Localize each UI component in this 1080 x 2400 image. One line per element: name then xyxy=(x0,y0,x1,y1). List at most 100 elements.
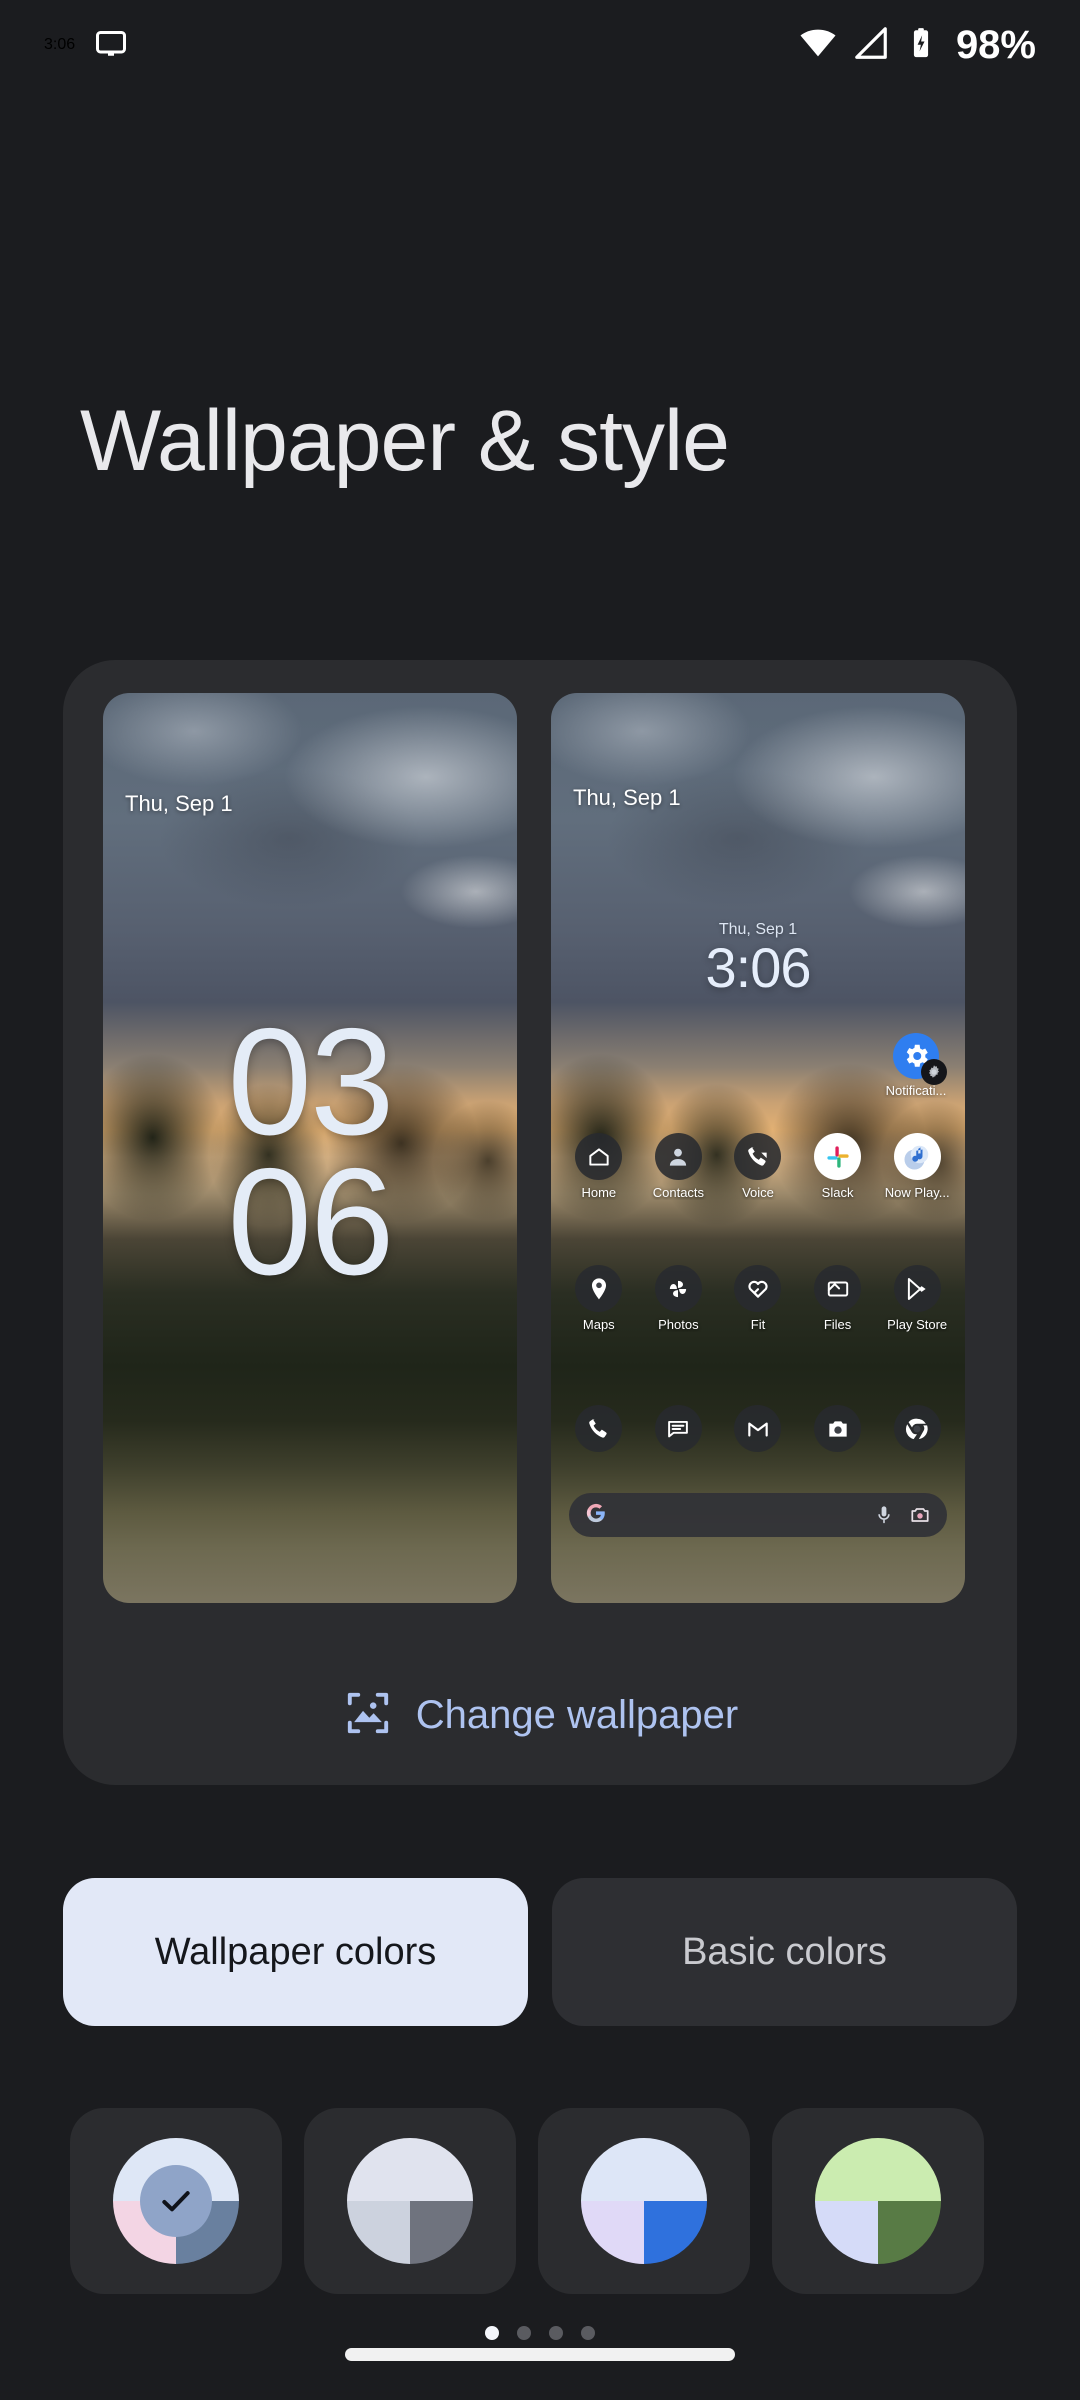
color-swatch-wheel xyxy=(581,2138,707,2264)
google-fit-heart-icon xyxy=(734,1265,782,1312)
color-swatch-list xyxy=(70,2108,984,2294)
now-playing-music-icon xyxy=(893,1133,941,1180)
settings-badge-icon xyxy=(921,1059,947,1085)
app-label: Voice xyxy=(742,1185,774,1200)
app-files[interactable]: Files xyxy=(802,1265,874,1332)
app-contacts[interactable]: Contacts xyxy=(642,1133,714,1200)
swatch-quadrant-tr xyxy=(644,2138,707,2201)
home-screen-app-row-1: Home Contacts Voice Slack Now Play... xyxy=(551,1133,965,1200)
swatch-quadrant-tr xyxy=(878,2138,941,2201)
app-maps[interactable]: Maps xyxy=(563,1265,635,1332)
google-voice-phone-icon xyxy=(734,1133,782,1180)
app-slack[interactable]: Slack xyxy=(802,1133,874,1200)
home-screen-status-date: Thu, Sep 1 xyxy=(573,785,681,810)
app-label: Photos xyxy=(658,1317,699,1332)
clock-widget-time: 3:06 xyxy=(705,936,812,999)
notification-shortcut-label: Notificati... xyxy=(885,1083,947,1098)
page-title: Wallpaper & style xyxy=(80,393,730,489)
dock-app-phone[interactable] xyxy=(563,1405,635,1452)
home-icon xyxy=(575,1133,623,1180)
lock-screen-preview[interactable]: Thu, Sep 1 03 06 xyxy=(103,693,517,1603)
app-play-store[interactable]: Play Store xyxy=(881,1265,953,1332)
lock-screen-date: Thu, Sep 1 xyxy=(125,791,233,816)
image-picture-icon xyxy=(342,1687,394,1744)
cellular-signal-icon xyxy=(852,24,890,67)
swatch-quadrant-tl xyxy=(581,2138,644,2201)
google-lens-camera-icon[interactable] xyxy=(909,1504,931,1526)
dock-app-gmail[interactable] xyxy=(722,1405,794,1452)
page-indicator-dots xyxy=(0,2326,1080,2340)
app-fit[interactable]: Fit xyxy=(722,1265,794,1332)
contacts-person-icon xyxy=(654,1133,702,1180)
color-swatch-3[interactable] xyxy=(538,2108,750,2294)
play-store-icon xyxy=(893,1265,941,1312)
lock-screen-clock: 03 06 xyxy=(103,997,517,1307)
swatch-quadrant-br xyxy=(410,2201,473,2264)
lock-screen-clock-minutes: 06 xyxy=(227,1136,394,1307)
messages-icon xyxy=(654,1405,702,1452)
swatch-quadrant-tl xyxy=(347,2138,410,2201)
settings-gear-icon xyxy=(893,1033,947,1085)
battery-charging-icon xyxy=(904,26,938,65)
wallpaper-preview-card: Thu, Sep 1 03 06 Thu, Sep 1 Thu, Sep 1 3… xyxy=(63,660,1017,1785)
dock-app-messages[interactable] xyxy=(642,1405,714,1452)
page-dot-1[interactable] xyxy=(485,2326,499,2340)
color-swatch-4[interactable] xyxy=(772,2108,984,2294)
swatch-quadrant-bl xyxy=(815,2201,878,2264)
app-label: Files xyxy=(823,1317,852,1332)
dock-app-camera[interactable] xyxy=(802,1405,874,1452)
tab-wallpaper-colors[interactable]: Wallpaper colors xyxy=(63,1878,528,2026)
check-icon xyxy=(140,2165,212,2237)
page-dot-4[interactable] xyxy=(581,2326,595,2340)
home-screen-dock xyxy=(551,1405,965,1452)
slack-icon xyxy=(814,1133,862,1180)
home-screen-clock-widget[interactable]: Thu, Sep 1 3:06 xyxy=(551,921,965,998)
color-source-tabs: Wallpaper colors Basic colors xyxy=(63,1878,1017,2026)
change-wallpaper-button[interactable]: Change wallpaper xyxy=(63,1660,1017,1770)
app-label: Maps xyxy=(582,1317,615,1332)
gmail-icon xyxy=(734,1405,782,1452)
google-g-icon xyxy=(585,1502,607,1529)
app-label: Home xyxy=(581,1185,617,1200)
google-search-bar[interactable] xyxy=(569,1493,947,1537)
color-swatch-wheel xyxy=(347,2138,473,2264)
app-label: Contacts xyxy=(652,1185,705,1200)
app-label: Slack xyxy=(821,1185,854,1200)
lock-screen-clock-hours: 03 xyxy=(227,997,394,1167)
notification-settings-shortcut[interactable]: Notificati... xyxy=(877,1033,955,1098)
chrome-icon xyxy=(893,1405,941,1452)
app-photos[interactable]: Photos xyxy=(642,1265,714,1332)
dock-app-chrome[interactable] xyxy=(881,1405,953,1452)
color-swatch-wheel xyxy=(113,2138,239,2264)
app-label: Play Store xyxy=(887,1317,948,1332)
app-home[interactable]: Home xyxy=(563,1133,635,1200)
phone-icon xyxy=(575,1405,623,1452)
home-screen-preview[interactable]: Thu, Sep 1 Thu, Sep 1 3:06 Notificati... xyxy=(551,693,965,1603)
maps-pin-icon xyxy=(575,1265,623,1312)
page-dot-2[interactable] xyxy=(517,2326,531,2340)
app-label: Fit xyxy=(750,1317,766,1332)
swatch-quadrant-br xyxy=(644,2201,707,2264)
color-swatch-1[interactable] xyxy=(70,2108,282,2294)
app-now-playing[interactable]: Now Play... xyxy=(881,1133,953,1200)
status-bar-time: 3:06 xyxy=(44,36,76,53)
swatch-quadrant-br xyxy=(878,2201,941,2264)
change-wallpaper-label: Change wallpaper xyxy=(415,1692,739,1737)
color-swatch-wheel xyxy=(815,2138,941,2264)
swatch-quadrant-bl xyxy=(581,2201,644,2264)
swatch-quadrant-tl xyxy=(815,2138,878,2201)
home-screen-app-row-2: Maps Photos Fit Files Play Store xyxy=(551,1265,965,1332)
tab-basic-colors[interactable]: Basic colors xyxy=(552,1878,1017,2026)
files-icon xyxy=(814,1265,862,1312)
camera-icon xyxy=(814,1405,862,1452)
app-voice[interactable]: Voice xyxy=(722,1133,794,1200)
page-dot-3[interactable] xyxy=(549,2326,563,2340)
home-gesture-pill[interactable] xyxy=(345,2348,735,2361)
status-bar: 3:06 98% xyxy=(0,0,1080,90)
cast-icon xyxy=(93,25,129,66)
wifi-icon xyxy=(798,23,838,68)
swatch-quadrant-tr xyxy=(410,2138,473,2201)
color-swatch-2[interactable] xyxy=(304,2108,516,2294)
swatch-quadrant-bl xyxy=(347,2201,410,2264)
microphone-icon[interactable] xyxy=(873,1504,895,1526)
